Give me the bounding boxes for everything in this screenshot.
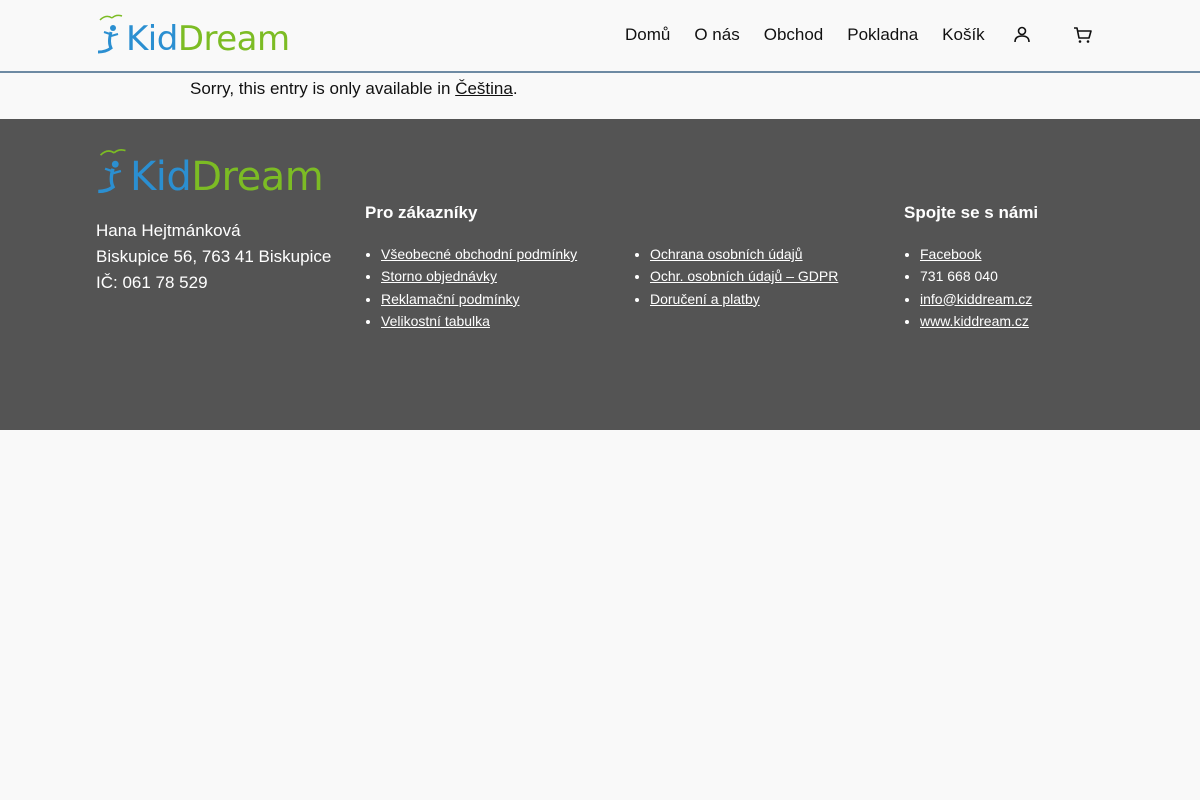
website-link[interactable]: www.kiddream.cz <box>920 313 1029 329</box>
facebook-link[interactable]: Facebook <box>920 246 981 262</box>
main-nav: Domů O nás Obchod Pokladna Košík <box>625 25 1009 45</box>
list-item: Velikostní tabulka <box>381 310 577 332</box>
size-chart-link[interactable]: Velikostní tabulka <box>381 313 490 329</box>
nav-about[interactable]: O nás <box>694 25 739 45</box>
footer-logo-text: KidDream <box>130 154 324 200</box>
nav-checkout[interactable]: Pokladna <box>847 25 918 45</box>
address-ico: IČ: 061 78 529 <box>96 273 208 292</box>
list-item: Všeobecné obchodní podmínky <box>381 243 577 265</box>
footer-logo-dream: Dream <box>191 154 324 200</box>
address-name: Hana Hejtmánková <box>96 221 241 240</box>
terms-link[interactable]: Všeobecné obchodní podmínky <box>381 246 577 262</box>
nav-home[interactable]: Domů <box>625 25 670 45</box>
customers-heading: Pro zákazníky <box>365 203 478 222</box>
list-item: Storno objednávky <box>381 265 577 287</box>
nav-cart[interactable]: Košík <box>942 25 985 45</box>
language-notice: Sorry, this entry is only available in Č… <box>0 73 1200 119</box>
bird-figure-icon <box>97 14 123 54</box>
cart-icon[interactable] <box>1072 24 1094 46</box>
contact-heading: Spojte se s námi <box>904 203 1039 222</box>
footer-logo-kid: Kid <box>130 154 192 200</box>
list-item: www.kiddream.cz <box>920 310 1032 332</box>
list-item: info@kiddream.cz <box>920 288 1032 310</box>
privacy-link[interactable]: Ochrana osobních údajů <box>650 246 803 262</box>
list-item: Ochr. osobních údajů – GDPR <box>650 265 838 287</box>
address-street: Biskupice 56, 763 41 Biskupice <box>96 247 332 266</box>
list-item: Doručení a platby <box>650 288 838 310</box>
site-footer: KidDream Hana Hejtmánková Biskupice 56, … <box>0 119 1200 430</box>
kiddream-logo[interactable]: KidDream <box>96 12 290 56</box>
language-link[interactable]: Čeština <box>455 79 513 98</box>
list-item: Ochrana osobních údajů <box>650 243 838 265</box>
site-header: KidDream Domů O nás Obchod Pokladna Koší… <box>0 0 1200 73</box>
bird-figure-icon <box>98 149 126 194</box>
user-icon[interactable] <box>1011 24 1033 46</box>
logo-text: KidDream <box>126 22 290 56</box>
email-link[interactable]: info@kiddream.cz <box>920 291 1032 307</box>
cancel-order-link[interactable]: Storno objednávky <box>381 268 497 284</box>
list-item: Facebook <box>920 243 1032 265</box>
logo-kid: Kid <box>126 19 178 59</box>
logo-dream: Dream <box>177 19 290 59</box>
company-address: Hana Hejtmánková Biskupice 56, 763 41 Bi… <box>96 218 331 296</box>
gdpr-link[interactable]: Ochr. osobních údajů – GDPR <box>650 268 838 284</box>
delivery-link[interactable]: Doručení a platby <box>650 291 760 307</box>
list-item: Reklamační podmínky <box>381 288 577 310</box>
notice-text: Sorry, this entry is only available in <box>190 79 456 98</box>
footer-logo[interactable]: KidDream <box>96 145 324 200</box>
contact-list: Facebook 731 668 040 info@kiddream.cz ww… <box>904 243 1032 332</box>
nav-shop[interactable]: Obchod <box>764 25 824 45</box>
phone-number: 731 668 040 <box>920 268 998 285</box>
customers-links-left: Všeobecné obchodní podmínky Storno objed… <box>365 243 577 332</box>
list-item: 731 668 040 <box>920 265 1032 287</box>
notice-suffix: . <box>512 79 518 98</box>
complaints-link[interactable]: Reklamační podmínky <box>381 291 520 307</box>
customers-links-right: Ochrana osobních údajů Ochr. osobních úd… <box>634 243 838 310</box>
